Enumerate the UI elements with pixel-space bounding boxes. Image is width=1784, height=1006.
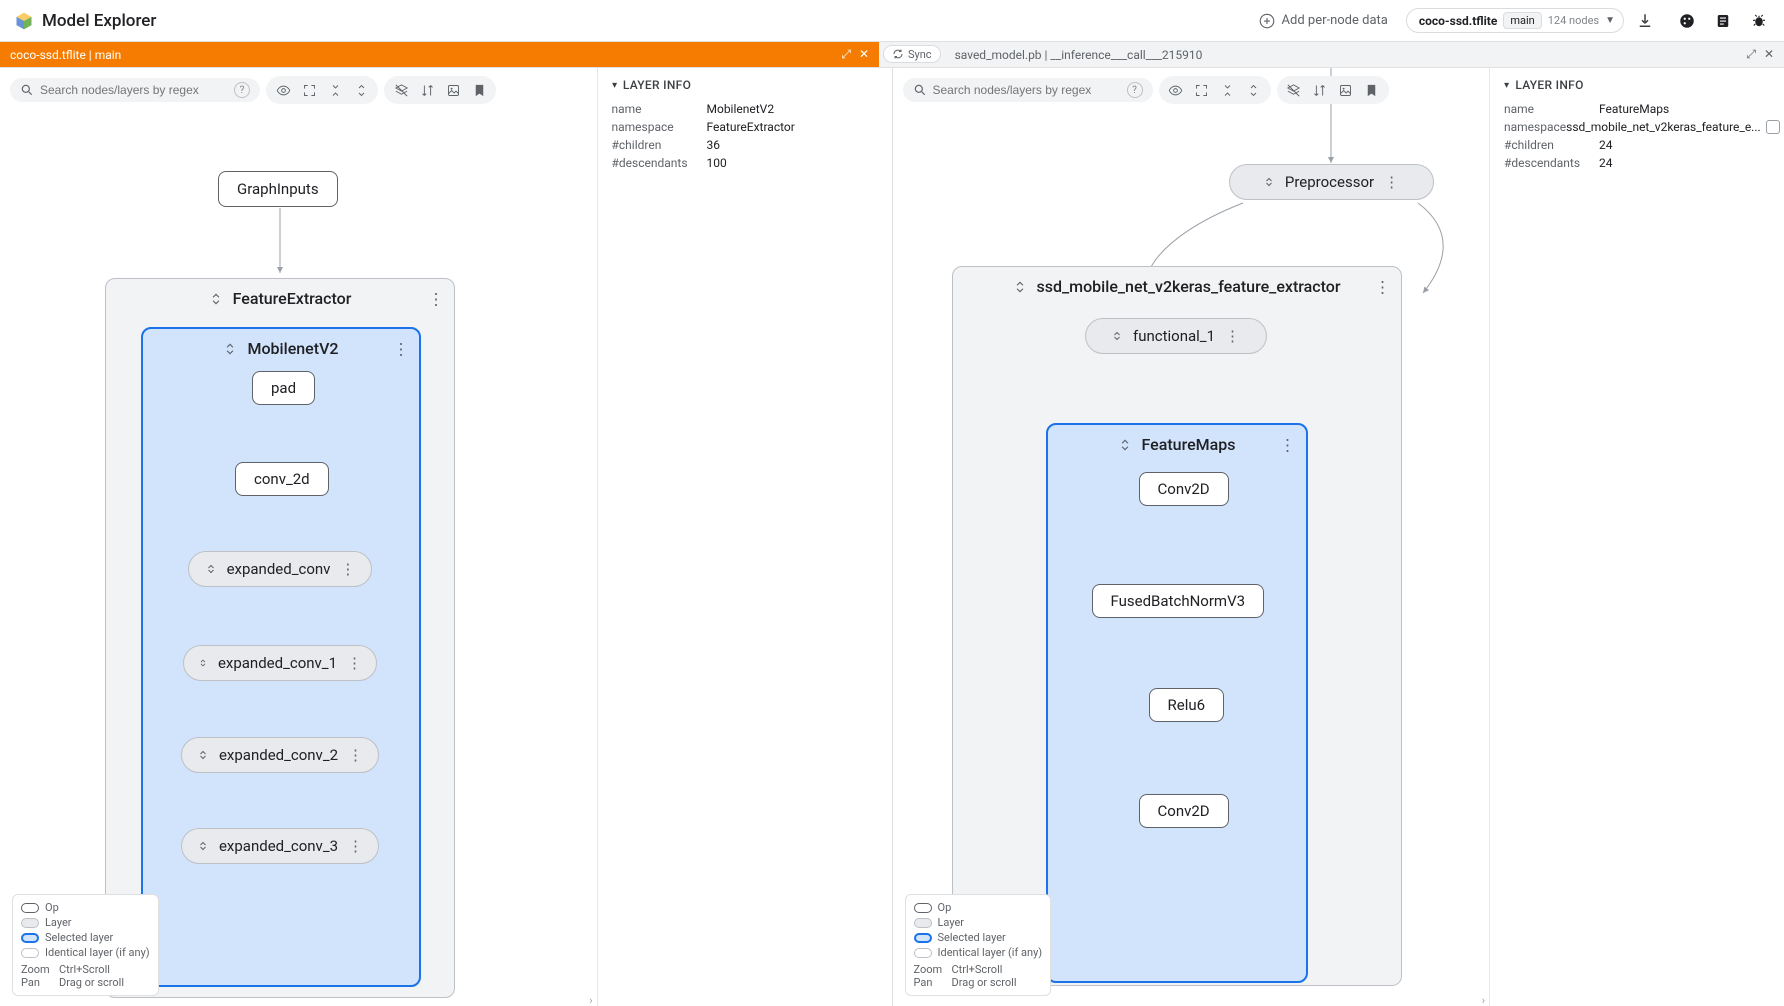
layer-expanded-conv-2[interactable]: expanded_conv_2 ⋮ xyxy=(181,737,379,773)
fit-icon[interactable] xyxy=(297,79,321,101)
search-box[interactable]: ? xyxy=(10,78,260,102)
layers-off-icon[interactable] xyxy=(389,79,413,101)
add-per-node-data-button[interactable]: Add per-node data xyxy=(1250,8,1396,34)
expand-icon xyxy=(205,563,217,575)
eye-icon[interactable] xyxy=(1164,79,1188,101)
search-box[interactable]: ? xyxy=(903,78,1153,102)
node-conv2d[interactable]: conv_2d xyxy=(235,462,329,496)
sort-icon[interactable] xyxy=(415,79,439,101)
collapse-icon[interactable] xyxy=(1118,438,1132,452)
expand-icon xyxy=(1263,176,1275,188)
tab-active[interactable]: coco-ssd.tflite | main ⤢ ✕ xyxy=(0,42,879,67)
kebab-icon[interactable]: ⋮ xyxy=(340,560,355,578)
close-tab-icon[interactable]: ✕ xyxy=(1764,47,1774,62)
app-logo: Model Explorer xyxy=(14,11,156,31)
node-relu6[interactable]: Relu6 xyxy=(1149,688,1225,722)
search-icon xyxy=(913,83,927,97)
eye-icon[interactable] xyxy=(271,79,295,101)
layer-expanded-conv-3[interactable]: expanded_conv_3 ⋮ xyxy=(181,828,379,864)
collapse-all-icon[interactable] xyxy=(323,79,347,101)
close-tab-icon[interactable]: ✕ xyxy=(859,47,869,62)
fit-icon[interactable] xyxy=(1190,79,1214,101)
sync-icon xyxy=(892,48,904,60)
search-icon xyxy=(20,83,34,97)
kebab-icon[interactable]: ⋮ xyxy=(348,746,363,764)
right-pane: ? xyxy=(893,68,1784,1006)
collapse-icon[interactable] xyxy=(223,342,237,356)
help-icon[interactable]: ? xyxy=(234,82,250,98)
kebab-icon[interactable]: ⋮ xyxy=(1375,277,1391,296)
tab-secondary[interactable]: saved_model.pb | __inference___call___21… xyxy=(945,42,1784,67)
collapse-all-icon[interactable] xyxy=(1216,79,1240,101)
topbar: Model Explorer Add per-node data coco-ss… xyxy=(0,0,1784,42)
node-conv2d-2[interactable]: Conv2D xyxy=(1139,794,1229,828)
node-pad[interactable]: pad xyxy=(252,371,315,405)
layer-functional-1[interactable]: functional_1 ⋮ xyxy=(1085,318,1267,354)
notes-button[interactable] xyxy=(1712,10,1734,32)
app-title: Model Explorer xyxy=(42,11,156,31)
bookmark-icon[interactable] xyxy=(1360,79,1384,101)
image-icon[interactable] xyxy=(441,79,465,101)
sort-icon[interactable] xyxy=(1308,79,1332,101)
right-info-panel: ▸ LAYER INFO nameFeatureMaps namespacess… xyxy=(1489,68,1784,1006)
layers-off-icon[interactable] xyxy=(1282,79,1306,101)
layer-expanded-conv[interactable]: expanded_conv ⋮ xyxy=(188,551,372,587)
chevron-down-icon: ▼ xyxy=(1605,15,1615,26)
sync-toggle[interactable]: Sync xyxy=(883,45,941,63)
kebab-icon[interactable]: ⋮ xyxy=(1280,435,1296,454)
chevron-down-icon: ▸ xyxy=(1501,82,1512,87)
left-pane: ? xyxy=(0,68,893,1006)
left-canvas[interactable]: ? xyxy=(0,68,597,1006)
kebab-icon[interactable]: ⋮ xyxy=(348,837,363,855)
bug-button[interactable] xyxy=(1748,10,1770,32)
info-header[interactable]: ▸ LAYER INFO xyxy=(612,78,878,92)
layer-preprocessor[interactable]: Preprocessor ⋮ xyxy=(1229,164,1434,200)
tabstrip: coco-ssd.tflite | main ⤢ ✕ Sync saved_mo… xyxy=(0,42,1784,68)
kebab-icon[interactable]: ⋮ xyxy=(393,339,409,358)
expand-icon xyxy=(1111,330,1123,342)
node-graphinputs[interactable]: GraphInputs xyxy=(218,171,338,207)
expand-all-icon[interactable] xyxy=(349,79,373,101)
copy-button[interactable] xyxy=(1766,120,1780,134)
search-input[interactable] xyxy=(933,83,1121,97)
bookmark-icon[interactable] xyxy=(467,79,491,101)
left-info-panel: ▸ LAYER INFO nameMobilenetV2 namespaceFe… xyxy=(597,68,892,1006)
plus-circle-icon xyxy=(1258,12,1276,30)
search-input[interactable] xyxy=(40,83,228,97)
kebab-icon[interactable]: ⋮ xyxy=(1225,327,1240,345)
kebab-icon[interactable]: ⋮ xyxy=(347,654,362,672)
expand-icon xyxy=(198,657,208,669)
node-fusedbn[interactable]: FusedBatchNormV3 xyxy=(1092,584,1265,618)
expand-tab-icon[interactable]: ⤢ xyxy=(1746,47,1756,62)
help-icon[interactable]: ? xyxy=(1127,82,1143,98)
info-header[interactable]: ▸ LAYER INFO xyxy=(1504,78,1770,92)
layer-expanded-conv-1[interactable]: expanded_conv_1 ⋮ xyxy=(183,645,377,681)
collapse-icon[interactable] xyxy=(209,292,223,306)
expand-icon xyxy=(197,749,209,761)
chevron-down-icon: ▸ xyxy=(609,82,620,87)
right-canvas[interactable]: ? xyxy=(893,68,1490,1006)
image-icon[interactable] xyxy=(1334,79,1358,101)
kebab-icon[interactable]: ⋮ xyxy=(1384,173,1399,191)
collapse-icon[interactable] xyxy=(1013,280,1027,294)
node-conv2d-1[interactable]: Conv2D xyxy=(1139,472,1229,506)
logo-icon xyxy=(14,11,34,31)
legend: Op Layer Selected layer Identical layer … xyxy=(12,894,159,996)
expand-all-icon[interactable] xyxy=(1242,79,1266,101)
palette-button[interactable] xyxy=(1676,10,1698,32)
expand-icon xyxy=(197,840,209,852)
model-selector[interactable]: coco-ssd.tflite main 124 nodes ▼ xyxy=(1406,8,1624,33)
legend: Op Layer Selected layer Identical layer … xyxy=(905,894,1052,996)
kebab-icon[interactable]: ⋮ xyxy=(428,289,444,308)
expand-tab-icon[interactable]: ⤢ xyxy=(841,47,851,62)
download-button[interactable] xyxy=(1634,10,1656,32)
